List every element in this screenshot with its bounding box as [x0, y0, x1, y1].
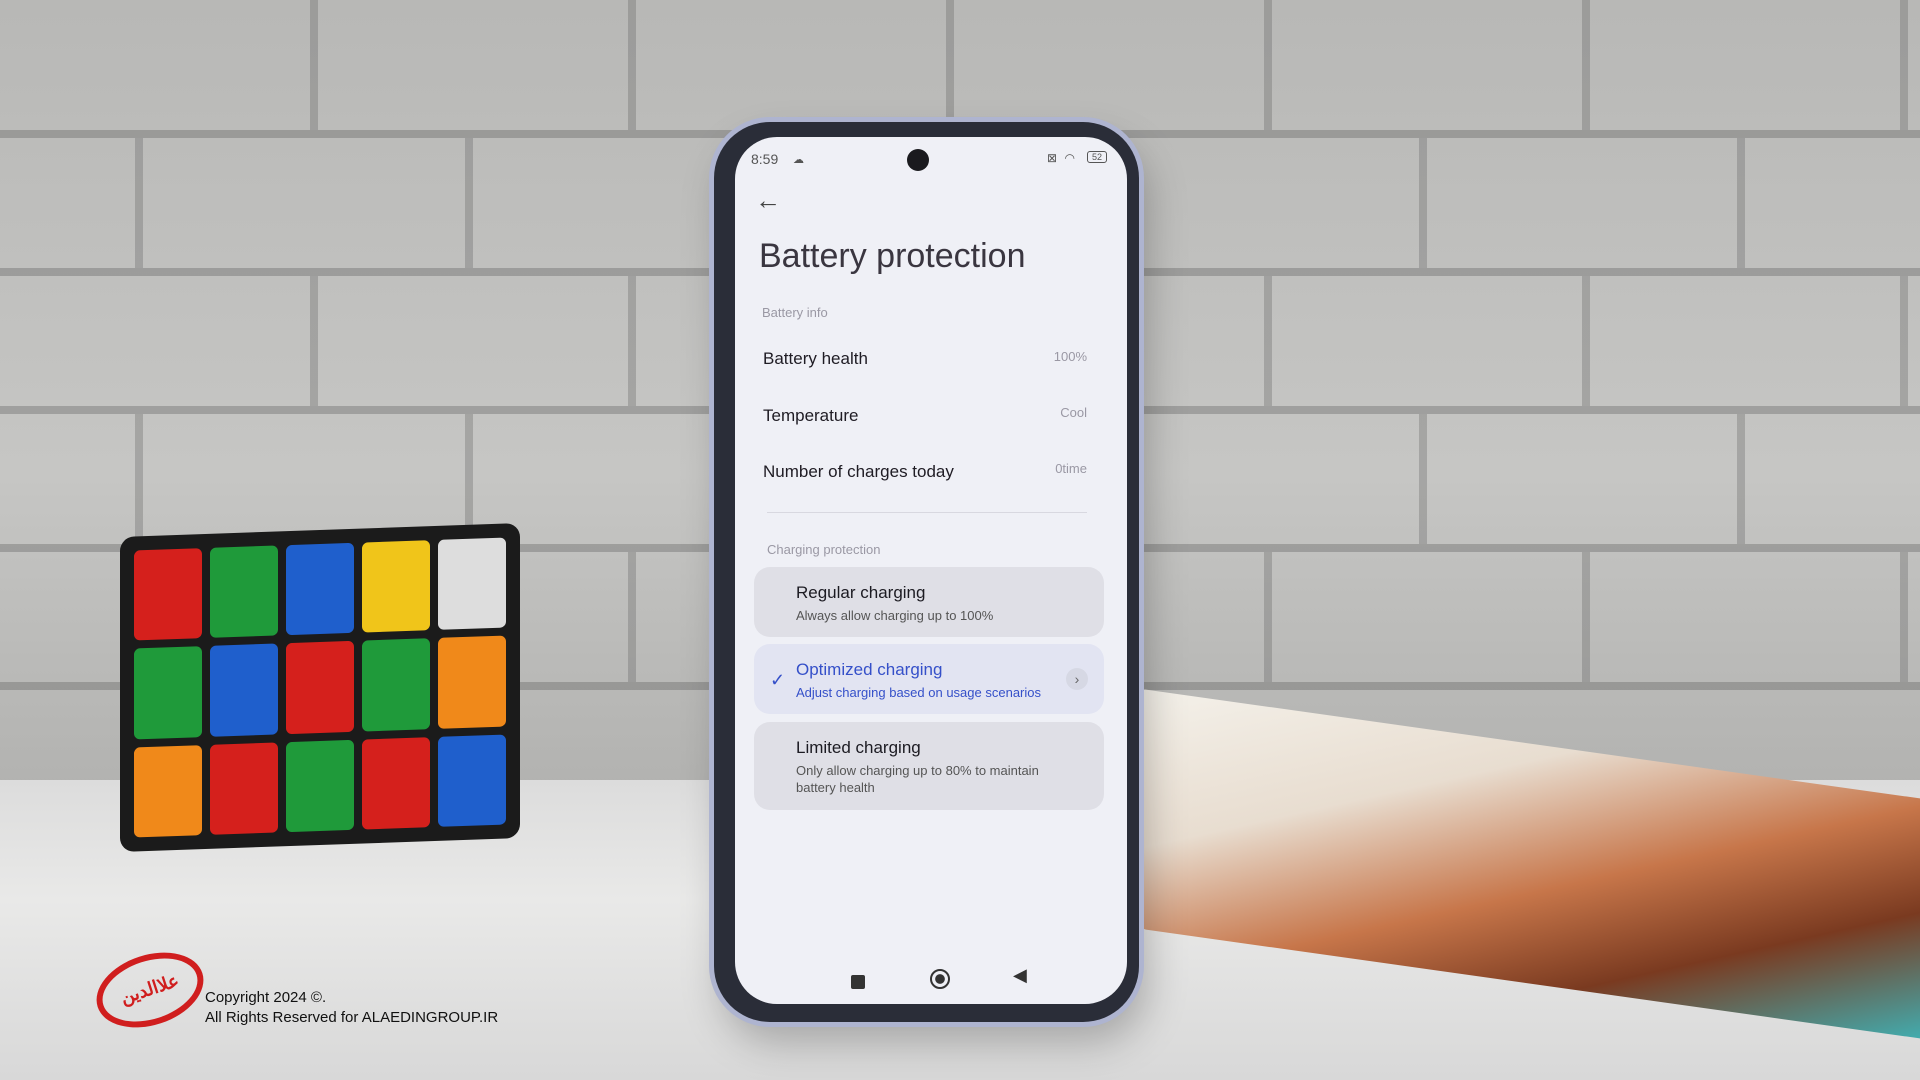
wifi-icon: ◠	[1064, 151, 1075, 165]
front-camera	[907, 149, 929, 171]
option-regular-charging[interactable]: Regular charging Always allow charging u…	[754, 567, 1104, 637]
status-time: 8:59	[751, 151, 779, 167]
back-triangle-icon[interactable]: ◀	[1013, 965, 1027, 986]
option-subtitle: Always allow charging up to 100%	[796, 608, 994, 623]
sim-off-icon: ⊠	[1046, 151, 1057, 165]
option-optimized-charging[interactable]: ✓ Optimized charging Adjust charging bas…	[754, 644, 1104, 714]
checkmark-icon: ✓	[770, 670, 786, 690]
row-label: Number of charges today	[763, 462, 954, 481]
battery-icon: 52	[1086, 151, 1107, 163]
cloud-icon: ☁	[793, 154, 804, 166]
rubiks-cube	[120, 523, 520, 852]
arrow-left-icon[interactable]: ←	[755, 185, 781, 216]
row-label: Temperature	[763, 406, 859, 425]
phone-screen: 8:59 ☁ ⊠ ◠ 52 ← Battery protection Batte…	[735, 137, 1127, 1004]
section-label-charging-protection: Charging protection	[767, 542, 881, 557]
option-title: Regular charging	[796, 583, 926, 602]
option-title: Limited charging	[796, 738, 921, 757]
option-limited-charging[interactable]: Limited charging Only allow charging up …	[754, 722, 1104, 810]
row-value: 100%	[1053, 349, 1087, 364]
brick-row	[0, 0, 1920, 130]
chevron-right-icon[interactable]: ›	[1066, 668, 1088, 690]
recents-square-icon[interactable]	[851, 975, 865, 989]
option-title: Optimized charging	[796, 660, 943, 679]
page-title: Battery protection	[759, 237, 1026, 275]
home-circle-icon[interactable]	[930, 969, 950, 989]
row-value: 0time	[1055, 461, 1087, 476]
section-label-battery-info: Battery info	[762, 305, 828, 320]
copyright-line: Copyright 2024 ©.	[205, 989, 327, 1006]
option-subtitle: Only allow charging up to 80% to maintai…	[796, 763, 1039, 795]
row-value: Cool	[1060, 405, 1087, 420]
rights-line: All Rights Reserved for ALAEDINGROUP.IR	[205, 1009, 499, 1026]
option-subtitle: Adjust charging based on usage scenarios	[796, 685, 1041, 700]
row-label: Battery health	[763, 349, 868, 368]
divider	[767, 512, 1087, 513]
